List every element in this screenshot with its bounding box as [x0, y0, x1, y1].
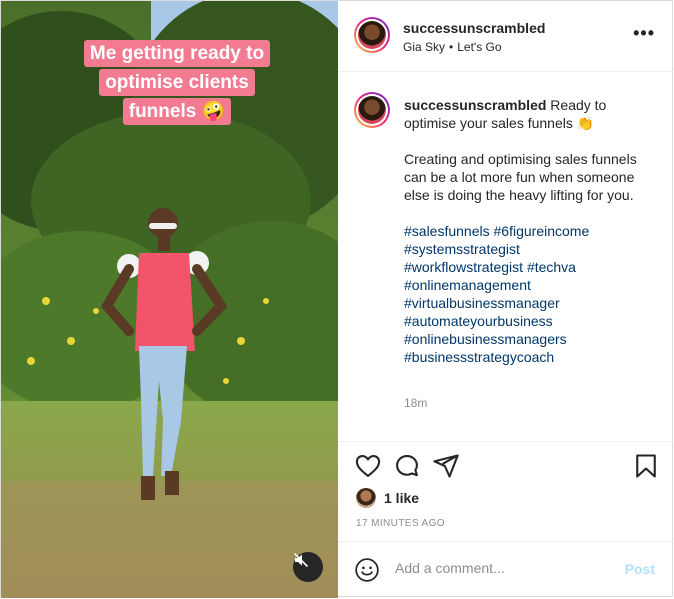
comment-input[interactable] — [395, 560, 595, 576]
hashtag-link[interactable]: #systemsstrategist — [404, 240, 654, 258]
comment-button[interactable] — [393, 452, 421, 480]
liker-avatar[interactable] — [356, 488, 376, 508]
post-header: successunscrambled Gia Sky • Let's Go ••• — [338, 1, 673, 72]
hashtag-link[interactable]: #onlinemanagement — [404, 276, 654, 294]
tagged-user[interactable]: Gia Sky — [403, 40, 445, 54]
hashtag-link[interactable]: #automateyourbusiness — [404, 312, 654, 330]
comment-icon — [396, 455, 418, 477]
hashtag-list: #salesfunnels #6figureincome #systemsstr… — [404, 222, 654, 366]
like-button[interactable] — [354, 452, 382, 480]
hashtag-link[interactable]: #salesfunnels — [404, 223, 490, 239]
caption-timestamp: 18m — [404, 396, 428, 410]
separator-dot: • — [449, 40, 454, 54]
share-button[interactable] — [432, 452, 460, 480]
more-options-icon[interactable]: ••• — [633, 23, 655, 44]
add-comment-bar: Post — [338, 541, 673, 599]
hashtag-link[interactable]: #onlinebusinessmanagers — [404, 330, 654, 348]
save-button[interactable] — [632, 452, 660, 480]
post-timestamp[interactable]: 17 MINUTES AGO — [356, 518, 445, 529]
audio-title[interactable]: Let's Go — [457, 40, 501, 54]
caption-text: successunscrambled Ready to optimise you… — [404, 96, 654, 366]
mute-button[interactable] — [293, 552, 323, 582]
hashtag-link[interactable]: #techva — [527, 259, 576, 275]
post-media[interactable]: Me getting ready to optimise clients fun… — [1, 1, 338, 598]
hashtag-link[interactable]: #workflowstrategist — [404, 259, 523, 275]
header-username[interactable]: successunscrambled — [403, 20, 545, 36]
caption-area: successunscrambled Ready to optimise you… — [338, 72, 673, 440]
likes-count[interactable]: 1 like — [384, 490, 419, 506]
avatar[interactable] — [354, 17, 390, 53]
header-subtitle: Gia Sky • Let's Go — [403, 40, 502, 54]
heart-icon — [355, 455, 381, 477]
action-bar: 1 like 17 MINUTES AGO — [338, 441, 673, 542]
sticker-line-2: optimise clients — [99, 69, 255, 96]
sticker-line-3: funnels 🤪 — [122, 98, 232, 125]
share-icon — [433, 454, 459, 478]
post-sidebar: successunscrambled Gia Sky • Let's Go ••• … — [338, 1, 673, 598]
caption-avatar[interactable] — [354, 92, 390, 128]
hashtag-link[interactable]: #businessstrategycoach — [404, 348, 654, 366]
bookmark-icon — [636, 454, 656, 478]
caption-username[interactable]: successunscrambled — [404, 97, 546, 113]
post-comment-button[interactable]: Post — [625, 561, 655, 577]
text-sticker: Me getting ready to optimise clients fun… — [61, 39, 293, 126]
hashtag-link[interactable]: #6figureincome — [494, 223, 590, 239]
likes-row: 1 like — [356, 487, 419, 509]
emoji-icon[interactable] — [354, 557, 380, 583]
sticker-line-1: Me getting ready to — [83, 40, 271, 67]
instagram-post: Me getting ready to optimise clients fun… — [0, 0, 673, 598]
speaker-muted-icon — [293, 552, 309, 568]
hashtag-link[interactable]: #virtualbusinessmanager — [404, 294, 654, 312]
caption-body: Creating and optimising sales funnels ca… — [404, 151, 637, 203]
